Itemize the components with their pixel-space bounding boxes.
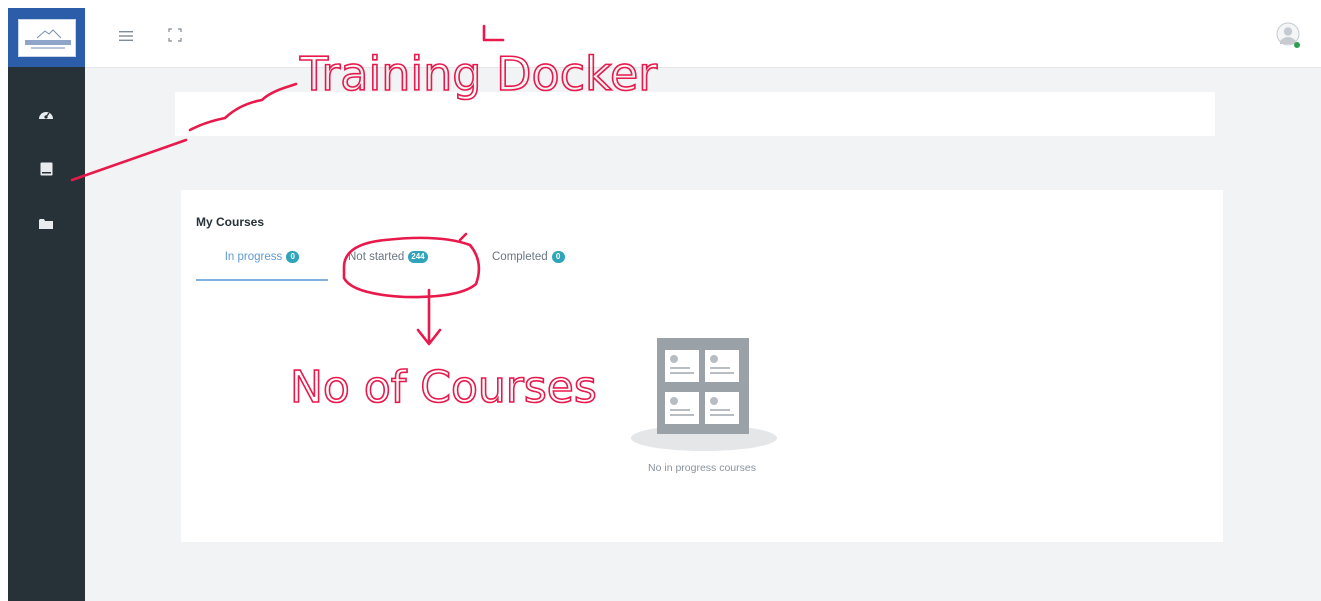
tab-label: Completed — [492, 251, 548, 263]
user-avatar-icon[interactable] — [1276, 22, 1302, 52]
empty-courses-illustration — [629, 338, 779, 456]
tab-not-started[interactable]: Not started 244 — [348, 245, 468, 281]
fullscreen-icon[interactable] — [168, 28, 182, 42]
folder-icon[interactable] — [37, 215, 55, 233]
count-badge: 0 — [551, 251, 565, 263]
sidebar — [8, 8, 85, 601]
my-courses-card: My Courses In progress 0 Not started 244… — [181, 190, 1223, 542]
main-content: My Courses In progress 0 Not started 244… — [85, 68, 1321, 601]
book-icon[interactable] — [37, 160, 55, 178]
tab-label: In progress — [224, 251, 283, 263]
tab-completed[interactable]: Completed 0 — [492, 245, 612, 281]
tab-in-progress[interactable]: In progress 0 — [196, 245, 328, 281]
app-root: My Courses In progress 0 Not started 244… — [0, 0, 1321, 601]
logo-image — [17, 18, 76, 57]
empty-state-message: No in progress courses — [648, 462, 756, 474]
hamburger-menu-icon[interactable] — [118, 28, 134, 44]
tab-label: Not started — [348, 251, 405, 263]
count-badge: 244 — [408, 251, 428, 263]
card-title: My Courses — [196, 215, 265, 229]
top-navbar — [85, 8, 1321, 68]
site-logo[interactable] — [8, 8, 85, 67]
count-badge: 0 — [286, 251, 300, 263]
page-header-panel — [175, 92, 1215, 136]
online-status-dot — [1294, 42, 1300, 48]
dashboard-icon[interactable] — [37, 105, 55, 123]
